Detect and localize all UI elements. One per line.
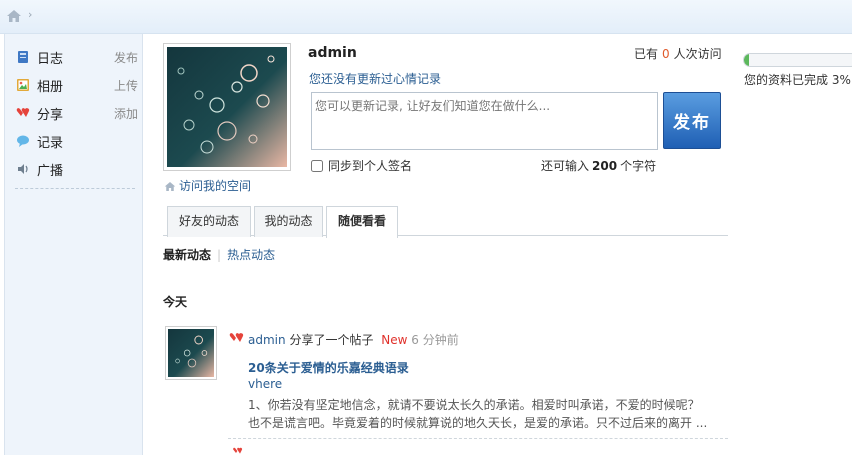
- tab-my-feed[interactable]: 我的动态: [254, 206, 323, 237]
- home-icon[interactable]: [6, 9, 22, 23]
- breadcrumb: ›: [0, 0, 852, 34]
- feed-avatar-image: [168, 329, 214, 377]
- upload-photo-link[interactable]: 上传: [114, 77, 138, 94]
- visit-counter-suffix: 人次访问: [673, 47, 722, 61]
- feed-day-heading: 今天: [163, 295, 188, 309]
- sidebar-item-label: 相册: [37, 80, 64, 95]
- tab-friends-feed[interactable]: 好友的动态: [167, 206, 251, 237]
- sidebar-item-diary[interactable]: 日志 发布: [16, 47, 138, 67]
- feed-item-user[interactable]: admin: [248, 333, 286, 347]
- feed-item-title[interactable]: 20条关于爱情的乐嘉经典语录: [248, 359, 409, 376]
- home-icon: [164, 182, 176, 191]
- feed-item-action: 分享了一个帖子: [289, 333, 374, 347]
- char-counter-suffix: 个字符: [620, 159, 657, 173]
- feed-item-time: 6 分钟前: [411, 333, 459, 347]
- mood-record-link[interactable]: 您还没有更新过心情记录: [309, 70, 441, 87]
- sidebar-item-broadcast[interactable]: 广播: [16, 159, 136, 179]
- char-counter-value: 200: [592, 159, 618, 173]
- profile-completion-fill: [744, 54, 749, 66]
- status-input[interactable]: [311, 92, 658, 150]
- char-counter-prefix: 还可输入: [541, 159, 590, 173]
- feed-subtabs: 最新动态 | 热点动态: [163, 246, 275, 263]
- publish-diary-link[interactable]: 发布: [114, 49, 138, 66]
- visit-counter: 已有 0 人次访问: [634, 45, 722, 62]
- char-counter: 还可输入 200 个字符: [541, 157, 656, 174]
- feed-item-author[interactable]: vhere: [248, 377, 282, 391]
- feed-item-excerpt-line: 1、你若没有坚定地信念，就请不要说太长久的承诺。相爱时叫承诺，不爱的时候呢？: [248, 398, 700, 412]
- sync-signature-label: 同步到个人签名: [328, 159, 413, 173]
- publish-button[interactable]: 发布: [663, 92, 721, 149]
- feed-divider: [228, 438, 728, 439]
- visit-my-space-link[interactable]: 访问我的空间: [164, 177, 251, 194]
- breadcrumb-separator: ›: [28, 8, 33, 21]
- broadcast-icon: [18, 164, 28, 174]
- sync-signature-checkbox[interactable]: [311, 160, 323, 172]
- record-icon: [17, 135, 29, 147]
- sidebar-divider: [15, 188, 135, 189]
- avatar[interactable]: [163, 43, 291, 171]
- visit-count: 0: [662, 47, 670, 61]
- feed-item-header: admin 分享了一个帖子 New 6 分钟前: [248, 331, 459, 348]
- tab-browse[interactable]: 随便看看: [326, 206, 398, 238]
- profile-completion-text[interactable]: 您的资料已完成 3%: [744, 71, 851, 88]
- sidebar-item-label: 分享: [37, 108, 64, 123]
- diary-icon: [18, 51, 28, 63]
- sidebar-item-record[interactable]: 记录: [16, 131, 136, 151]
- feed-item-avatar[interactable]: [165, 326, 217, 380]
- share-icon: [16, 108, 30, 117]
- visit-my-space-label: 访问我的空间: [179, 179, 252, 193]
- sidebar-item-share[interactable]: 分享 添加: [16, 103, 138, 123]
- add-share-link[interactable]: 添加: [114, 105, 138, 122]
- sidebar-item-label: 记录: [37, 136, 64, 151]
- sidebar-item-label: 广播: [37, 164, 64, 179]
- avatar-image: [167, 47, 287, 167]
- share-icon: [233, 447, 243, 454]
- profile-completion-bar: [743, 53, 852, 67]
- visit-counter-prefix: 已有: [634, 47, 659, 61]
- album-icon: [17, 79, 29, 91]
- sidebar-item-album[interactable]: 相册 上传: [16, 75, 138, 95]
- profile-username: admin: [308, 45, 357, 61]
- subtab-separator: |: [217, 248, 222, 262]
- subtab-latest[interactable]: 最新动态: [163, 248, 211, 262]
- new-badge: New: [381, 333, 408, 347]
- feed-item-excerpt-line: 也不是谎言吧。毕竟爱着的时候就算说的地久天长，是爱的承诺。只不过后来的离开 ..…: [248, 416, 708, 430]
- share-icon: [229, 333, 244, 342]
- feed-tabs: 好友的动态 我的动态 随便看看: [163, 201, 728, 238]
- sync-signature-option[interactable]: 同步到个人签名: [311, 157, 412, 174]
- subtab-hot[interactable]: 热点动态: [227, 248, 275, 262]
- sidebar-item-label: 日志: [37, 52, 64, 67]
- sidebar: 日志 发布 相册 上传 分享 添加 记录 广播: [4, 34, 143, 455]
